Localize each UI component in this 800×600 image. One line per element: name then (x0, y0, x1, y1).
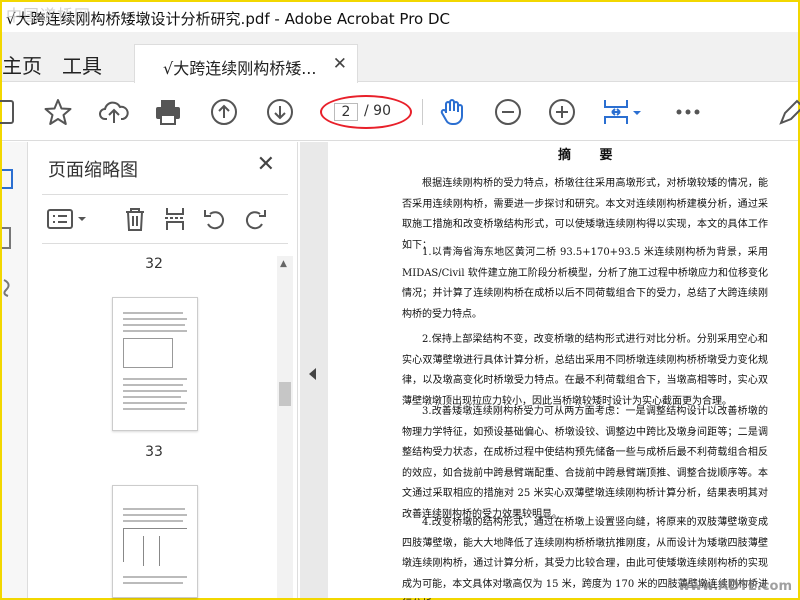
more-icon[interactable] (672, 96, 704, 128)
thumbnails-panel-icon[interactable] (2, 168, 16, 190)
scroll-up-icon[interactable]: ▲ (280, 259, 287, 269)
rotate-right-icon[interactable] (240, 204, 270, 234)
next-page-icon[interactable] (264, 96, 296, 128)
page-thumbnails-panel: 页面缩略图 ✕ 32 33 ▲ (28, 142, 298, 598)
rotate-left-icon[interactable] (200, 204, 230, 234)
page-thumbnail[interactable] (112, 485, 198, 598)
thumbnail-page-number: 32 (145, 256, 163, 272)
toolbar-divider (42, 243, 288, 244)
main-toolbar: 2 / 90 (0, 83, 800, 141)
page-thumbnail[interactable] (112, 297, 198, 431)
left-nav-strip (2, 142, 28, 598)
thumbnail-page-number: 33 (145, 444, 163, 460)
pdf-page: 摘 要 根据连续刚构桥的受力特点，桥墩往往采用高墩形式，对桥墩较矮的情况，能否采… (328, 142, 798, 600)
title-bar: √大跨连续刚构桥矮墩设计分析研究.pdf - Adobe Acrobat Pro… (2, 2, 798, 32)
zoom-out-icon[interactable] (492, 96, 524, 128)
tab-document[interactable]: √大跨连续刚构桥矮... ✕ (134, 44, 358, 83)
tab-tools[interactable]: 工具 (62, 50, 102, 79)
thumbnails-panel-title: 页面缩略图 (48, 160, 138, 181)
hand-tool-icon[interactable] (436, 96, 468, 128)
page-heading: 摘 要 (558, 148, 625, 163)
bookmarks-panel-icon[interactable] (2, 226, 16, 250)
delete-pages-icon[interactable] (120, 204, 150, 234)
total-pages-label: / 90 (364, 103, 391, 119)
collapse-panel-handle[interactable] (300, 142, 328, 598)
thumbnails-scrollbar[interactable]: ▲ (277, 256, 293, 598)
zoom-in-icon[interactable] (546, 96, 578, 128)
panel-divider (42, 194, 288, 195)
save-icon[interactable] (0, 96, 24, 128)
watermark-top: 中国道桥网 (6, 6, 92, 25)
print-icon[interactable] (152, 96, 184, 128)
upload-cloud-icon[interactable] (98, 96, 130, 128)
current-page-input[interactable]: 2 (334, 103, 358, 121)
tab-document-label: √大跨连续刚构桥矮... (163, 59, 317, 78)
attachments-panel-icon[interactable] (2, 278, 16, 298)
edit-pen-icon[interactable] (776, 96, 800, 128)
prev-page-icon[interactable] (208, 96, 240, 128)
paragraph: 2.保持上部梁结构不变，改变桥墩的结构形式进行对比分析。分别采用空心和实心双薄壁… (402, 334, 768, 407)
fit-page-icon[interactable] (600, 96, 632, 128)
fit-dropdown-chevron-icon[interactable] (630, 96, 644, 128)
paragraph: 1.以青海省海东地区黄河二桥 93.5+170+93.5 米连续刚构桥为背景，采… (402, 247, 768, 320)
toolbar-divider (422, 99, 423, 125)
document-view[interactable]: 摘 要 根据连续刚构桥的受力特点，桥墩往往采用高墩形式，对桥墩较矮的情况，能否采… (328, 142, 798, 600)
tab-home[interactable]: 主页 (2, 50, 42, 79)
watermark-bottom: www.ADTE.com (678, 579, 792, 594)
thumbnail-options-menu-icon[interactable] (46, 204, 90, 234)
collapse-left-icon[interactable] (309, 368, 316, 380)
tab-bar: 主页 工具 √大跨连续刚构桥矮... ✕ (2, 32, 798, 83)
scrollbar-thumb[interactable] (279, 382, 291, 406)
paragraph: 3.改善矮墩连续刚构桥受力可从两方面考虑：一是调整结构设计以改善桥墩的物理力学特… (402, 406, 768, 520)
bookmark-star-icon[interactable] (42, 96, 74, 128)
close-panel-icon[interactable]: ✕ (257, 152, 275, 177)
extract-pages-icon[interactable] (160, 204, 190, 234)
page-navigator: 2 / 90 (320, 95, 412, 129)
close-tab-icon[interactable]: ✕ (333, 54, 347, 74)
